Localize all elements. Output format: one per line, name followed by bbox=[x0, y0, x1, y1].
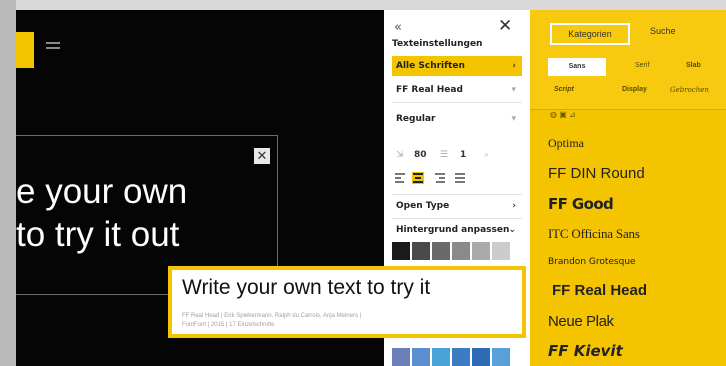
font-item-ff-din-round[interactable]: FF DIN Round bbox=[548, 165, 645, 182]
font-item-neue-plak[interactable]: Neue Plak bbox=[548, 313, 614, 330]
align-justify-icon[interactable] bbox=[454, 172, 466, 184]
chevron-right-icon: › bbox=[512, 201, 516, 211]
swatch-row-blue bbox=[392, 348, 524, 366]
font-size-icon: ⇲ bbox=[396, 150, 404, 160]
category-gebrochen[interactable]: Gebrochen bbox=[670, 86, 709, 94]
chevron-down-icon: ⌄ bbox=[508, 225, 516, 235]
align-center-icon[interactable] bbox=[412, 172, 424, 184]
chevron-right-icon: › bbox=[512, 61, 516, 71]
font-item-ff-good[interactable]: FF Good bbox=[548, 195, 614, 213]
color-swatch[interactable] bbox=[412, 348, 430, 366]
panel-title: Texteinstellungen bbox=[392, 39, 483, 49]
sample-text-line-2[interactable]: to try it out bbox=[16, 215, 179, 255]
close-icon[interactable]: ✕ bbox=[498, 16, 512, 36]
font-item-brandon-grotesque[interactable]: Brandon Grotesque bbox=[548, 257, 636, 267]
font-size-value[interactable]: 80 bbox=[414, 150, 427, 160]
font-select-value: FF Real Head bbox=[396, 85, 463, 95]
weight-select[interactable]: Regular ▾ bbox=[392, 109, 522, 129]
top-strip bbox=[0, 0, 726, 10]
background-label: Hintergrund anpassen bbox=[396, 225, 510, 235]
line-height-icon: ☰ bbox=[440, 150, 449, 160]
color-swatch[interactable] bbox=[492, 242, 510, 260]
open-type-button[interactable]: Open Type › bbox=[392, 196, 522, 216]
color-swatch[interactable] bbox=[472, 348, 490, 366]
font-preview-tooltip[interactable]: Write your own text to try it FF Real He… bbox=[168, 266, 526, 338]
tab-search[interactable]: Suche bbox=[650, 26, 676, 36]
open-type-label: Open Type bbox=[396, 201, 450, 211]
fonts-panel-header: Kategorien Suche Sans Serif Slab Script … bbox=[530, 10, 726, 110]
color-swatch[interactable] bbox=[472, 242, 490, 260]
list-tools-icons[interactable]: ◍ ▣ ⊿ bbox=[550, 110, 576, 119]
zoom-icon[interactable]: ⌕ bbox=[484, 150, 489, 160]
font-item-itc-officina-sans[interactable]: ITC Officina Sans bbox=[548, 226, 640, 242]
back-icon[interactable]: « bbox=[394, 20, 402, 35]
tooltip-font-info: FF Real Head | Erik Spiekermann, Ralph d… bbox=[182, 312, 361, 330]
color-swatch[interactable] bbox=[492, 348, 510, 366]
category-slab[interactable]: Slab bbox=[686, 62, 701, 69]
category-script[interactable]: Script bbox=[554, 86, 574, 93]
all-fonts-button[interactable]: Alle Schriften › bbox=[392, 56, 522, 76]
chevron-down-icon: ▾ bbox=[511, 85, 516, 95]
color-swatch[interactable] bbox=[452, 242, 470, 260]
font-item-ff-real-head[interactable]: FF Real Head bbox=[552, 282, 647, 299]
swatch-row-dark bbox=[392, 242, 524, 260]
divider bbox=[392, 102, 522, 103]
category-sans[interactable]: Sans bbox=[548, 58, 606, 76]
color-swatch[interactable] bbox=[452, 348, 470, 366]
tooltip-sample-text: Write your own text to try it bbox=[182, 276, 431, 299]
tooltip-meta-line-1: FF Real Head | Erik Spiekermann, Ralph d… bbox=[182, 313, 362, 319]
logo[interactable] bbox=[16, 32, 34, 68]
font-item-ff-kievit[interactable]: FF Kievit bbox=[548, 342, 623, 360]
divider bbox=[392, 218, 522, 219]
tooltip-meta-line-2: FontFont | 2015 | 17 Einzelschnitte bbox=[182, 322, 275, 328]
left-strip bbox=[0, 0, 16, 366]
color-swatch[interactable] bbox=[432, 348, 450, 366]
category-display[interactable]: Display bbox=[622, 86, 647, 93]
close-icon[interactable]: ✕ bbox=[254, 148, 270, 164]
all-fonts-label: Alle Schriften bbox=[396, 61, 465, 71]
color-swatch[interactable] bbox=[412, 242, 430, 260]
sample-text-line-1[interactable]: e your own bbox=[16, 172, 187, 212]
chevron-down-icon: ▾ bbox=[511, 114, 516, 124]
fonts-panel: Kategorien Suche Sans Serif Slab Script … bbox=[530, 10, 726, 366]
size-controls: ⇲ 80 ☰ 1 ⌕ bbox=[396, 148, 522, 164]
divider bbox=[392, 194, 522, 195]
align-left-icon[interactable] bbox=[394, 172, 406, 184]
line-height-value[interactable]: 1 bbox=[460, 150, 466, 160]
tab-categories[interactable]: Kategorien bbox=[550, 23, 630, 45]
category-serif[interactable]: Serif bbox=[635, 62, 649, 69]
weight-select-value: Regular bbox=[396, 114, 436, 124]
align-right-icon[interactable] bbox=[434, 172, 446, 184]
font-select[interactable]: FF Real Head ▾ bbox=[392, 80, 522, 100]
font-item-optima[interactable]: Optima bbox=[548, 136, 584, 151]
color-swatch[interactable] bbox=[432, 242, 450, 260]
color-swatch[interactable] bbox=[392, 242, 410, 260]
background-toggle[interactable]: Hintergrund anpassen ⌄ bbox=[392, 220, 522, 240]
color-swatch[interactable] bbox=[392, 348, 410, 366]
menu-icon[interactable] bbox=[46, 42, 60, 52]
